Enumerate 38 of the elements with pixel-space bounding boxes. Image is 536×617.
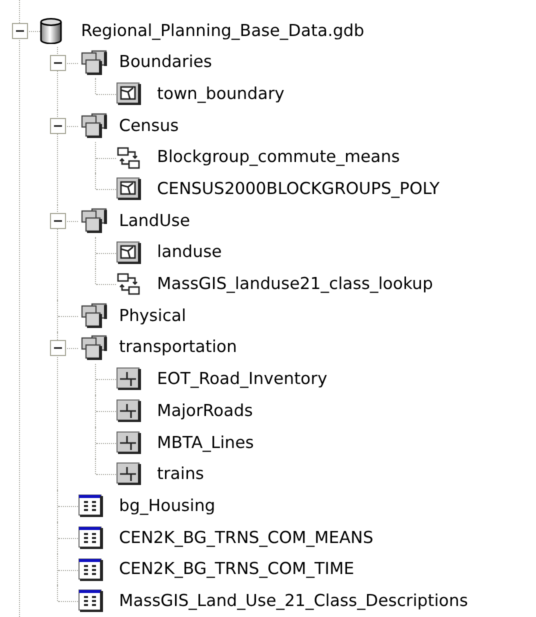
tree-item-label[interactable]: Blockgroup_commute_means [157, 149, 400, 166]
table-icon [78, 589, 104, 614]
tree-item-label[interactable]: EOT_Road_Inventory [157, 371, 328, 388]
tree-item-label[interactable]: Physical [119, 308, 186, 324]
table-icon [78, 494, 104, 518]
tree-item-label[interactable]: Boundaries [119, 54, 212, 71]
tree-item-label[interactable]: CEN2K_BG_TRNS_COM_MEANS [119, 530, 374, 546]
collapse-button[interactable] [50, 118, 66, 134]
tree-item-label[interactable]: LandUse [119, 212, 190, 230]
line-layer-icon [116, 399, 142, 424]
line-layer-icon [116, 430, 142, 455]
polygon-layer-icon [116, 82, 142, 106]
tree-item-label[interactable]: MBTA_Lines [157, 434, 254, 452]
tree-item-label[interactable]: CEN2K_BG_TRNS_COM_TIME [119, 561, 354, 578]
collapse-button[interactable] [12, 22, 28, 39]
relationship-icon [116, 272, 142, 296]
collapse-button[interactable] [50, 340, 66, 356]
tree-item-label[interactable]: town_boundary [157, 86, 284, 102]
polygon-layer-icon [116, 240, 142, 265]
tree-item-label[interactable]: CENSUS2000BLOCKGROUPS_POLY [157, 181, 440, 198]
collapse-button[interactable] [50, 212, 66, 229]
tree-item-label[interactable]: transportation [119, 339, 237, 356]
table-icon [78, 558, 104, 582]
polygon-layer-icon [116, 177, 142, 202]
line-layer-icon [116, 367, 142, 392]
tree-item-label[interactable]: Regional_Planning_Base_Data.gdb [81, 22, 364, 40]
tree-item-label[interactable]: MassGIS_Land_Use_21_Class_Descriptions [119, 592, 468, 610]
tree-item-label[interactable]: MassGIS_landuse21_class_lookup [157, 276, 433, 293]
tree-item-label[interactable]: MajorRoads [157, 402, 253, 420]
tree-item-label[interactable]: trains [157, 466, 204, 483]
line-layer-icon [116, 462, 142, 486]
tree-item-label[interactable]: bg_Housing [119, 498, 216, 514]
table-icon [78, 526, 104, 550]
collapse-button[interactable] [50, 54, 66, 71]
tree-item-label[interactable]: Census [119, 118, 179, 134]
relationship-icon [116, 146, 142, 170]
database-icon [40, 18, 62, 44]
tree-item-label[interactable]: landuse [157, 244, 222, 261]
